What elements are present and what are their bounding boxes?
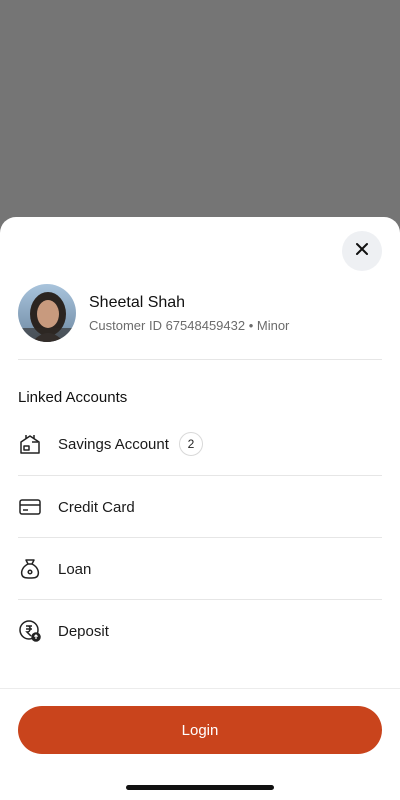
account-row-loan[interactable]: Loan	[18, 538, 382, 600]
rupee-deposit-icon	[18, 619, 42, 643]
divider	[18, 359, 382, 360]
profile-header: Sheetal Shah Customer ID 67548459432 • M…	[18, 284, 382, 342]
account-bottom-sheet: Sheetal Shah Customer ID 67548459432 • M…	[0, 217, 400, 800]
money-bag-icon	[18, 557, 42, 581]
account-label: Savings Account	[58, 435, 169, 453]
account-row-deposit[interactable]: Deposit	[18, 600, 382, 662]
profile-name: Sheetal Shah	[89, 293, 186, 311]
home-indicator	[126, 785, 274, 790]
credit-card-icon	[18, 495, 42, 519]
count-badge: 2	[178, 432, 203, 456]
account-label: Loan	[58, 560, 92, 578]
login-button[interactable]: Login	[18, 706, 382, 754]
close-button[interactable]	[342, 231, 382, 271]
bank-icon	[18, 432, 42, 456]
account-label: Deposit	[58, 622, 109, 640]
avatar	[18, 284, 76, 342]
account-row-savings[interactable]: Savings Account 2	[18, 413, 382, 475]
account-label: Credit Card	[58, 498, 135, 516]
close-icon	[355, 242, 369, 261]
account-row-credit-card[interactable]: Credit Card	[18, 476, 382, 538]
customer-id: Customer ID 67548459432 • Minor	[89, 317, 290, 333]
footer-divider	[0, 688, 400, 689]
section-title: Linked Accounts	[18, 389, 128, 406]
